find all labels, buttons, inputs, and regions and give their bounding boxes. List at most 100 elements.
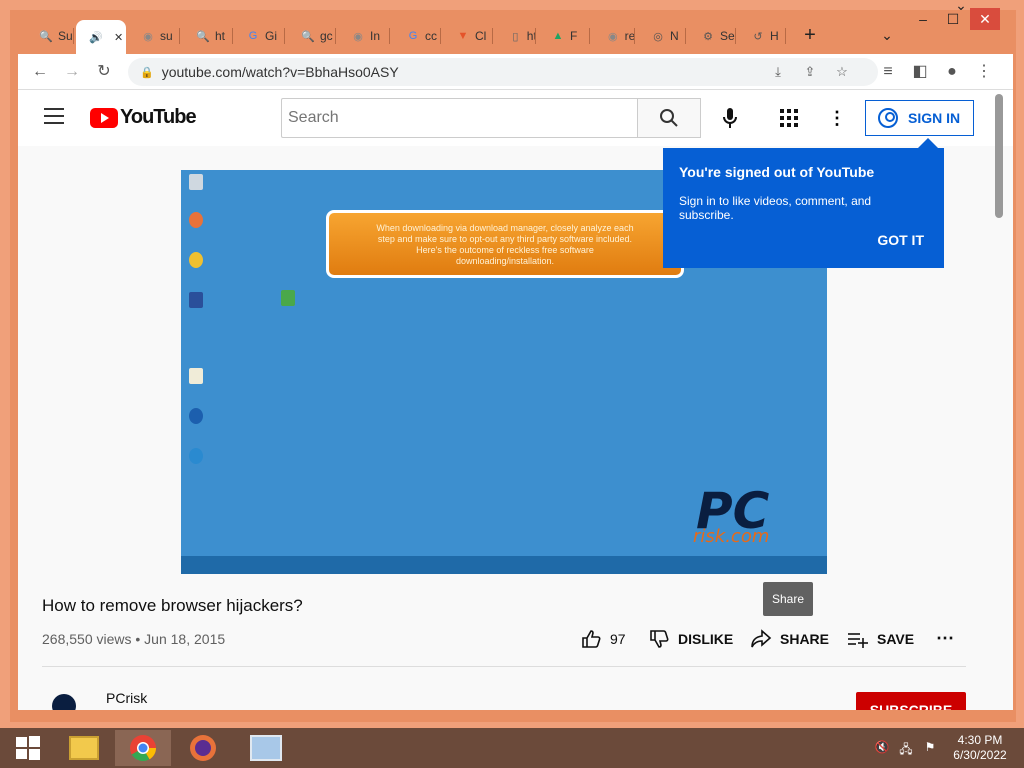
browser-tab[interactable]: ▯ ht: [496, 22, 536, 50]
history-icon: ↺: [753, 30, 763, 43]
bookmark-star-icon[interactable]: ☆: [832, 62, 852, 82]
action-center-flag-icon[interactable]: ⚑: [922, 740, 938, 756]
scrollbar-thumb[interactable]: [995, 94, 1003, 218]
save-button[interactable]: SAVE: [847, 628, 914, 650]
settings-dots-icon[interactable]: ⋮: [825, 106, 849, 130]
browser-window: 🔍 Su 🔊 ✕ ◉ su 🔍 ht G Gi 🔍 gc ◉ In Gcc ▼ Cl ▯ ht ▲ F ◉ re ◎ N ⚙ Se ↺…: [0, 0, 1024, 728]
install-icon[interactable]: ⤓: [768, 62, 788, 82]
windows-taskbar: 🔇 🖧 ⚑ 4:30 PM 6/30/2022: [0, 728, 1024, 768]
thumbs-up-icon: [580, 628, 602, 650]
tab-label: In: [370, 29, 381, 43]
browser-tab[interactable]: ◎ N: [638, 22, 686, 50]
back-button[interactable]: ←: [28, 60, 52, 84]
sign-in-button[interactable]: SIGN IN: [865, 100, 974, 136]
like-button[interactable]: 97: [580, 628, 626, 650]
forward-button[interactable]: →: [60, 60, 84, 84]
installer-desktop-icon: [281, 290, 295, 306]
control-panel-taskbar-icon[interactable]: [238, 730, 294, 766]
share-page-icon[interactable]: ⇪: [800, 62, 820, 82]
url-text: youtube.com/watch?v=BbhaHso0ASY: [161, 64, 399, 80]
tab-label: H: [770, 29, 779, 43]
video-desktop-taskbar: [181, 556, 827, 574]
file-explorer-taskbar-icon[interactable]: [56, 730, 112, 766]
profile-icon[interactable]: ●: [940, 60, 964, 84]
browser-tab[interactable]: 🔍 gc: [288, 22, 336, 50]
search-icon: 🔍: [301, 30, 315, 43]
tab-label: su: [160, 29, 173, 43]
volume-muted-icon[interactable]: 🔇: [874, 740, 890, 756]
tab-separator: [535, 28, 536, 44]
youtube-logo[interactable]: YouTube: [90, 106, 197, 129]
browser-tab[interactable]: Gcc: [393, 22, 441, 50]
tab-separator: [440, 28, 441, 44]
google-icon: G: [408, 30, 418, 42]
subscribe-button[interactable]: SUBSCRIBE: [856, 692, 966, 710]
tab-separator: [634, 28, 635, 44]
signed-out-popup: You're signed out of YouTube Sign in to …: [663, 138, 944, 268]
youtube-header: YouTube ⋮ SIGN IN: [18, 90, 1013, 146]
playlist-add-icon: [847, 628, 869, 650]
browser-tab[interactable]: 🔍 Su: [26, 22, 74, 50]
globe-icon: ◉: [143, 30, 153, 43]
tab-label: N: [670, 29, 679, 43]
hamburger-menu-icon[interactable]: [44, 108, 64, 128]
share-tooltip: Share: [763, 582, 813, 616]
search-button[interactable]: [637, 98, 701, 138]
firefox-taskbar-icon[interactable]: [175, 730, 231, 766]
recycle-bin-icon: [189, 174, 203, 190]
channel-name[interactable]: PCrisk: [106, 690, 147, 706]
dislike-button[interactable]: DISLIKE: [648, 628, 733, 650]
browser-tab[interactable]: ▲ F: [538, 22, 590, 50]
got-it-button[interactable]: GOT IT: [877, 232, 924, 248]
address-bar[interactable]: 🔒 youtube.com/watch?v=BbhaHso0ASY ⤓ ⇪ ☆: [128, 58, 878, 86]
tab-separator: [785, 28, 786, 44]
user-icon: [878, 108, 898, 128]
maximize-button[interactable]: ☐: [938, 8, 968, 30]
taskbar-clock[interactable]: 4:30 PM 6/30/2022: [950, 733, 1010, 763]
reload-button[interactable]: ↻: [92, 60, 116, 84]
browser-tab[interactable]: ◉ In: [338, 22, 390, 50]
new-tab-button[interactable]: +: [795, 24, 825, 46]
tab-strip: 🔍 Su 🔊 ✕ ◉ su 🔍 ht G Gi 🔍 gc ◉ In Gcc ▼ Cl ▯ ht ▲ F ◉ re ◎ N ⚙ Se ↺…: [18, 18, 1013, 54]
start-button[interactable]: [0, 730, 56, 766]
close-tab-icon[interactable]: ✕: [114, 31, 123, 44]
browser-tab[interactable]: ◉ su: [128, 22, 180, 50]
network-icon[interactable]: 🖧: [898, 740, 914, 756]
reading-list-icon[interactable]: ≡: [876, 60, 900, 84]
drive-icon: ▲: [552, 30, 564, 42]
tab-label: F: [570, 29, 578, 43]
close-window-button[interactable]: ✕: [970, 8, 1000, 30]
browser-tab[interactable]: ▼ Cl: [443, 22, 493, 50]
browser-tab[interactable]: 🔍 ht: [183, 22, 233, 50]
tab-label: gc: [320, 29, 333, 43]
popup-body: Sign in to like videos, comment, and sub…: [679, 194, 872, 222]
search-input[interactable]: [281, 98, 638, 138]
channel-avatar[interactable]: [52, 694, 76, 710]
globe-icon: ◉: [607, 30, 618, 43]
more-actions-icon[interactable]: ⋯: [936, 628, 954, 649]
browser-tab[interactable]: ⚙ Se: [688, 22, 736, 50]
youtube-page: YouTube ⋮ SIGN IN: [18, 90, 1013, 710]
browser-tab[interactable]: ◉ re: [593, 22, 635, 50]
search-icon: 🔍: [39, 30, 53, 43]
tab-separator: [335, 28, 336, 44]
microphone-icon[interactable]: [718, 106, 742, 130]
share-button[interactable]: SHARE: [750, 628, 829, 650]
page-scrollbar[interactable]: [993, 92, 1005, 712]
menu-dots-icon[interactable]: ⋮: [972, 60, 996, 84]
file-desktop-icon: [189, 368, 203, 384]
tab-label: Su: [58, 29, 73, 43]
browser-tab[interactable]: 🔊 ✕: [76, 20, 126, 54]
lock-icon: 🔒: [140, 66, 154, 79]
chrome-taskbar-icon[interactable]: [115, 730, 171, 766]
browser-tab[interactable]: G Gi: [233, 22, 285, 50]
minimize-button[interactable]: –: [908, 8, 938, 30]
tab-list-button[interactable]: ⌄: [872, 24, 902, 46]
tab-label: Cl: [475, 29, 487, 43]
apps-grid-icon[interactable]: [777, 106, 801, 130]
side-panel-icon[interactable]: ◧: [908, 60, 932, 84]
browser-tab[interactable]: ↺ H: [738, 22, 786, 50]
video-meta: 268,550 views • Jun 18, 2015: [42, 631, 226, 647]
browser-toolbar: ← → ↻ 🔒 youtube.com/watch?v=BbhaHso0ASY …: [18, 54, 1013, 90]
page-icon: ▯: [512, 30, 519, 43]
